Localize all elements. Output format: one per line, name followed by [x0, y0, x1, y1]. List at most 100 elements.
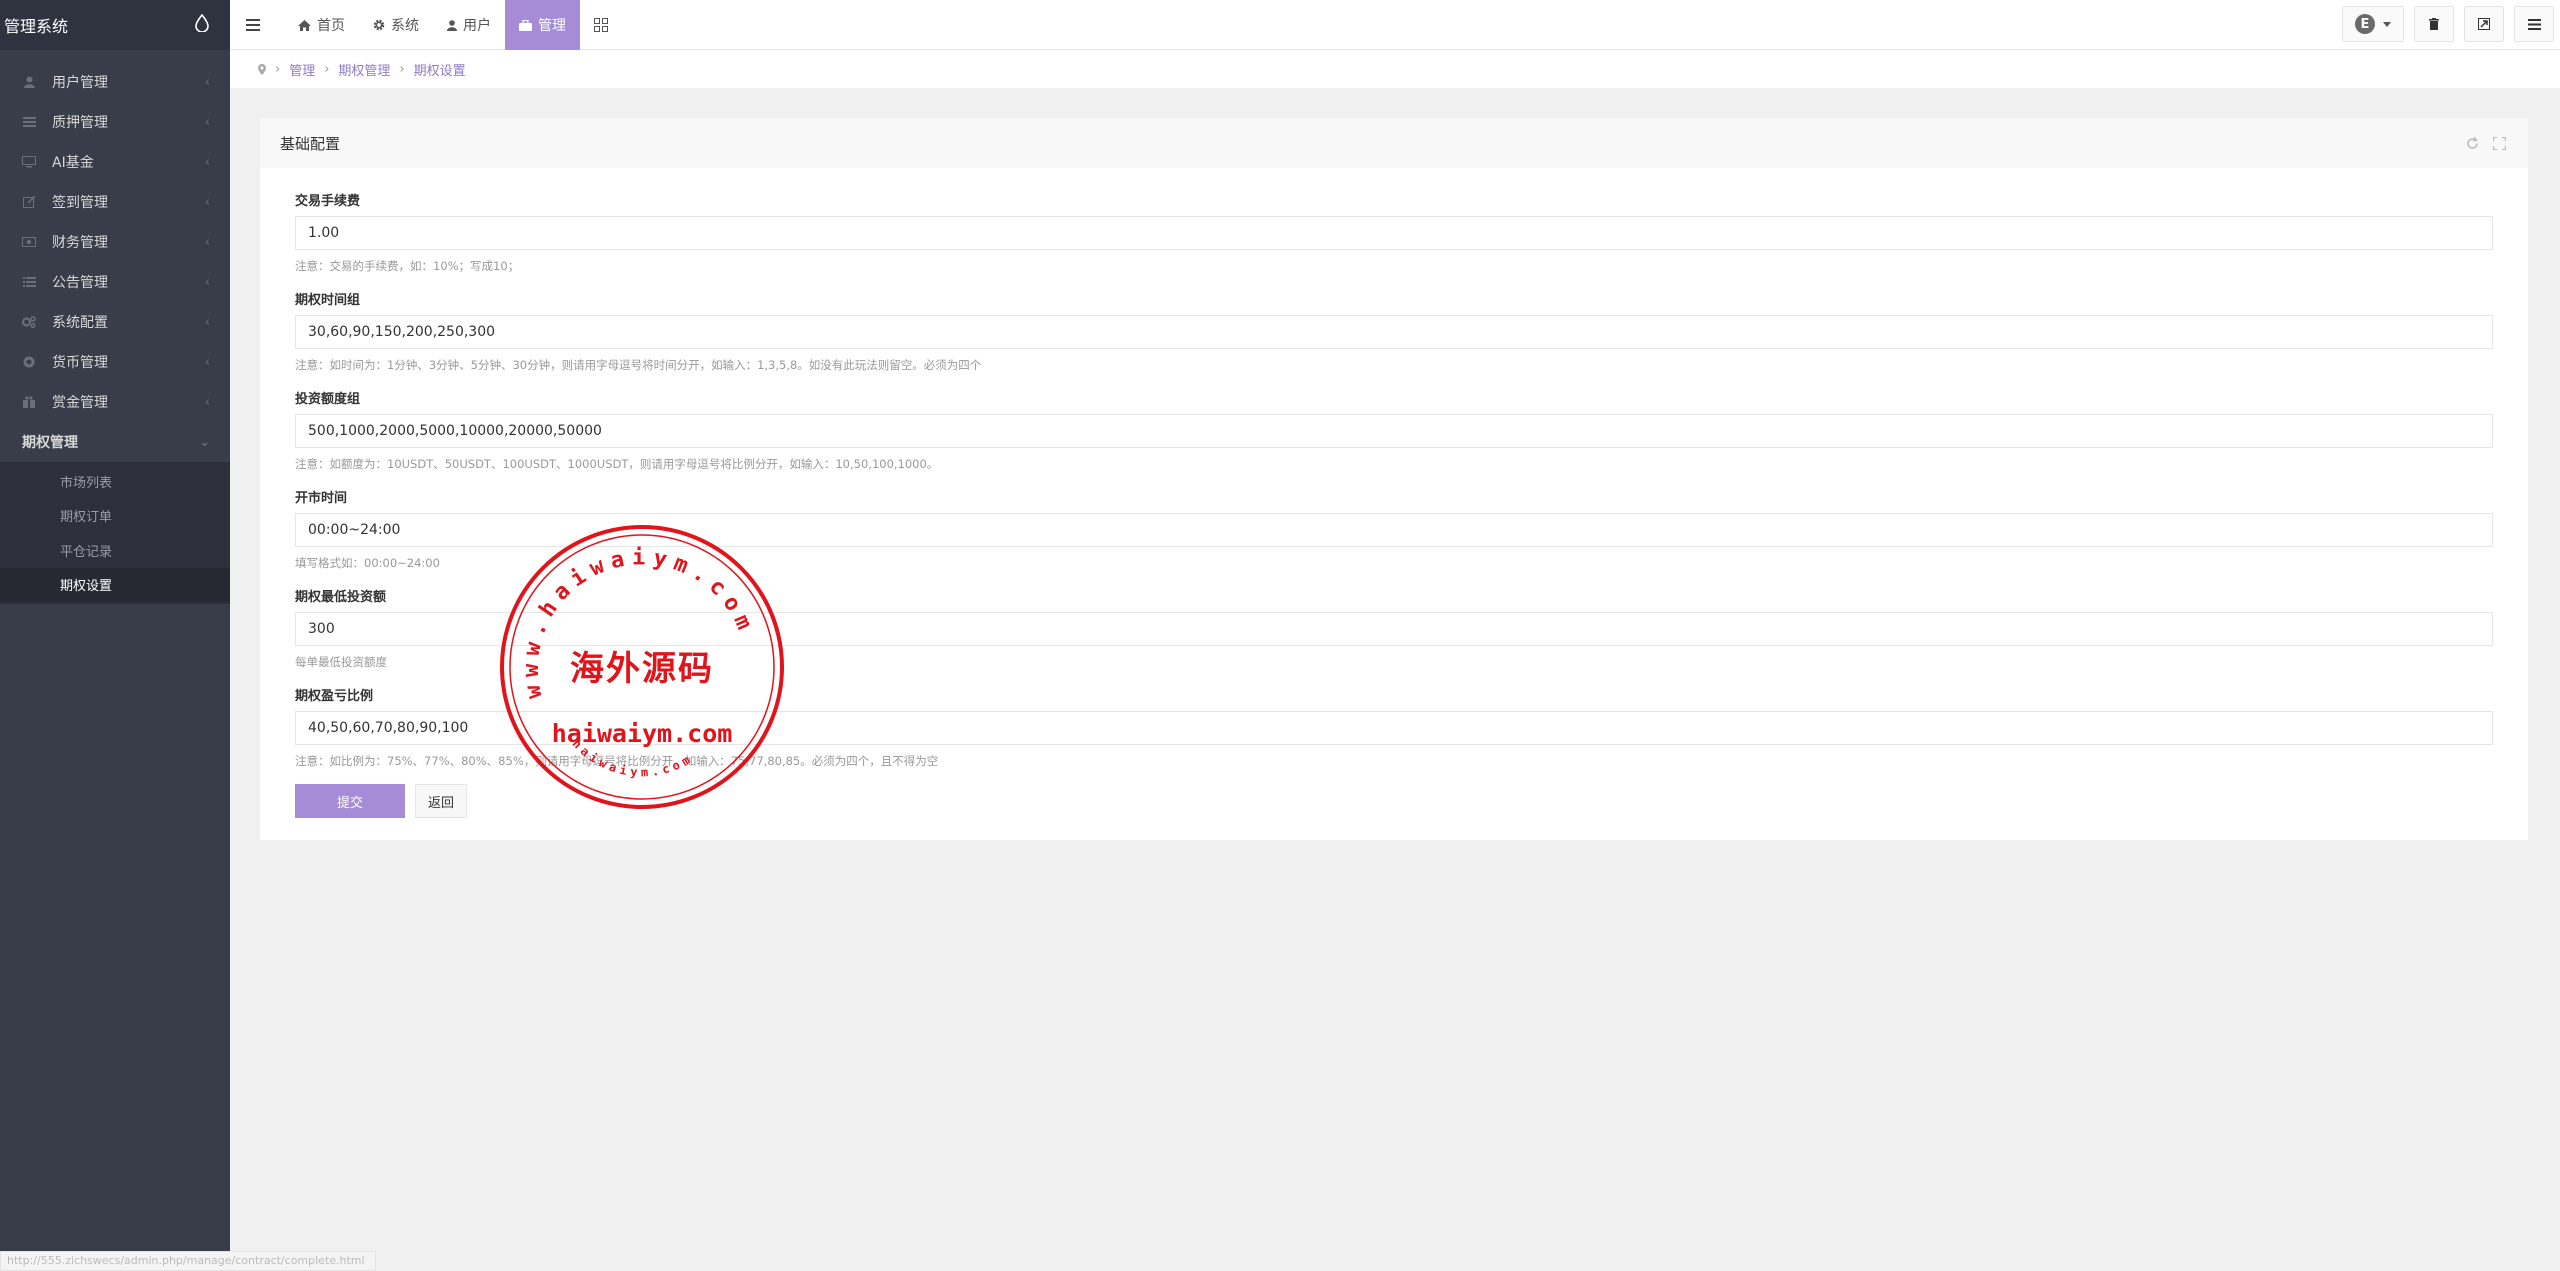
- field-label: 开市时间: [295, 491, 348, 506]
- field-amount-group: 投资额度组 500,1000,2000,5000,10000,20000,500…: [295, 388, 2493, 472]
- expand-icon: [2478, 18, 2490, 30]
- breadcrumb-item[interactable]: 期权管理: [338, 60, 390, 79]
- grid-icon: [594, 18, 608, 32]
- submenu-item-option-settings[interactable]: 期权设置: [0, 567, 230, 602]
- chevron-down-icon: ⌄: [199, 434, 210, 450]
- sidebar-item-user[interactable]: 用户管理 ‹: [0, 62, 230, 102]
- gear-icon: [373, 19, 385, 31]
- chevron-left-icon: ‹: [204, 394, 210, 410]
- edit-icon: [22, 196, 36, 208]
- time-group-input[interactable]: 30,60,90,150,200,250,300: [295, 315, 2493, 349]
- stamp-center-text: 海外源码: [570, 649, 714, 689]
- tab-manage[interactable]: 管理: [505, 0, 580, 50]
- sidebar-item-label: 系统配置: [52, 315, 108, 331]
- breadcrumb: › 管理 › 期权管理 › 期权设置: [230, 50, 2560, 88]
- panel-header: 基础配置: [260, 118, 2528, 168]
- panel-title: 基础配置: [280, 134, 341, 153]
- sidebar-item-label: 公告管理: [52, 275, 108, 291]
- briefcase-icon: [519, 19, 532, 31]
- options-submenu: 市场列表 期权订单 平仓记录 期权设置: [0, 462, 230, 604]
- list-icon: [22, 276, 36, 288]
- account-dropdown[interactable]: E: [2342, 6, 2404, 42]
- sidebar-item-checkin[interactable]: 签到管理 ‹: [0, 182, 230, 222]
- money-icon: [22, 236, 36, 248]
- trade-fee-input[interactable]: 1.00: [295, 216, 2493, 250]
- sidebar-item-bounty[interactable]: 赏金管理 ‹: [0, 382, 230, 422]
- field-time-group: 期权时间组 30,60,90,150,200,250,300 注意：如时间为：1…: [295, 289, 2493, 373]
- top-nav: 首页 系统 用户 管理: [284, 0, 628, 50]
- sidebar-item-notice[interactable]: 公告管理 ‹: [0, 262, 230, 302]
- sidebar-item-system-config[interactable]: 系统配置 ‹: [0, 302, 230, 342]
- menu-toggle-icon[interactable]: [246, 16, 260, 31]
- breadcrumb-item[interactable]: 管理: [289, 60, 315, 79]
- field-label: 交易手续费: [295, 194, 361, 209]
- tab-label: 管理: [538, 18, 566, 34]
- sidebar-item-ai-fund[interactable]: AI基金 ‹: [0, 142, 230, 182]
- sidebar-item-label: 赏金管理: [52, 395, 108, 411]
- tab-label: 首页: [317, 18, 345, 34]
- chevron-left-icon: ‹: [204, 314, 210, 330]
- settings-panel-button[interactable]: [2514, 6, 2554, 42]
- user-icon: [447, 19, 457, 31]
- home-icon: [298, 19, 311, 31]
- submit-button[interactable]: 提交: [295, 784, 405, 818]
- topbar: 首页 系统 用户 管理 E: [230, 0, 2560, 50]
- tab-grid[interactable]: [580, 0, 628, 50]
- tab-label: 系统: [391, 18, 419, 34]
- sidebar-item-pledge[interactable]: 质押管理 ‹: [0, 102, 230, 142]
- list-icon: [2527, 18, 2541, 30]
- expand-icon[interactable]: [2493, 136, 2506, 150]
- topbar-tools: E: [2342, 6, 2554, 42]
- coin-icon: [22, 356, 36, 368]
- user-icon: [22, 76, 36, 88]
- tab-label: 用户: [463, 18, 491, 34]
- chevron-left-icon: ‹: [204, 274, 210, 290]
- sidebar-item-label: 期权管理: [22, 435, 78, 451]
- gift-icon: [22, 396, 36, 408]
- location-pin-icon: [258, 63, 266, 75]
- sidebar-item-label: 质押管理: [52, 115, 108, 131]
- sidebar-item-label: 签到管理: [52, 195, 108, 211]
- clear-cache-button[interactable]: [2414, 6, 2454, 42]
- field-help: 注意：如额度为：10USDT、50USDT、100USDT、1000USDT，则…: [295, 457, 939, 471]
- sidebar-item-options[interactable]: 期权管理 ⌄: [0, 422, 230, 462]
- refresh-icon[interactable]: [2466, 136, 2479, 150]
- chevron-left-icon: ‹: [204, 194, 210, 210]
- status-url: http://555.zichswecs/admin.php/manage/co…: [0, 1251, 376, 1271]
- back-button[interactable]: 返回: [415, 784, 467, 818]
- avatar: E: [2355, 14, 2375, 34]
- app-title: 管理系统: [4, 17, 69, 36]
- chevron-left-icon: ‹: [204, 354, 210, 370]
- field-help: 注意：如时间为：1分钟、3分钟、5分钟、30分钟，则请用字母逗号将时间分开，如输…: [295, 358, 982, 372]
- panel-tools: [2466, 136, 2506, 150]
- sidebar-item-currency[interactable]: 货币管理 ‹: [0, 342, 230, 382]
- logo-bar: 管理系统: [0, 0, 230, 50]
- chevron-left-icon: ‹: [204, 234, 210, 250]
- sidebar-menu: 用户管理 ‹ 质押管理 ‹ AI基金 ‹ 签到管理 ‹ 财务管理 ‹ 公告管理 ‹ 系统配置…: [0, 50, 230, 604]
- amount-group-input[interactable]: 500,1000,2000,5000,10000,20000,50000: [295, 414, 2493, 448]
- sidebar-item-label: AI基金: [52, 155, 94, 171]
- submenu-item-option-orders[interactable]: 期权订单: [0, 499, 230, 534]
- tab-user[interactable]: 用户: [433, 0, 505, 50]
- sidebar-item-finance[interactable]: 财务管理 ‹: [0, 222, 230, 262]
- trash-icon: [2429, 18, 2439, 30]
- breadcrumb-item[interactable]: 期权设置: [414, 60, 466, 79]
- theme-drop-icon[interactable]: [194, 13, 210, 36]
- chevron-left-icon: ‹: [204, 154, 210, 170]
- field-label: 期权时间组: [295, 293, 361, 308]
- sidebar-item-label: 用户管理: [52, 75, 108, 91]
- sidebar: 管理系统 用户管理 ‹ 质押管理 ‹ AI基金 ‹ 签到管理 ‹ 财务管理 ‹ 公告管理 ‹…: [0, 0, 230, 1271]
- chevron-left-icon: ‹: [204, 74, 210, 90]
- tab-system[interactable]: 系统: [359, 0, 433, 50]
- submenu-item-market-list[interactable]: 市场列表: [0, 464, 230, 499]
- watermark-stamp: www.haiwaiym.com 海外源码 haiwaiym.com haiwa…: [500, 525, 784, 809]
- field-trade-fee: 交易手续费 1.00 注意：交易的手续费，如：10%；写成10；: [295, 190, 2493, 274]
- caret-down-icon: [2383, 21, 2391, 27]
- gears-icon: [22, 316, 36, 328]
- tab-home[interactable]: 首页: [284, 0, 359, 50]
- sidebar-item-label: 货币管理: [52, 355, 108, 371]
- submenu-item-close-records[interactable]: 平仓记录: [0, 533, 230, 568]
- field-label: 投资额度组: [295, 392, 361, 407]
- fullscreen-button[interactable]: [2464, 6, 2504, 42]
- desktop-icon: [22, 156, 36, 168]
